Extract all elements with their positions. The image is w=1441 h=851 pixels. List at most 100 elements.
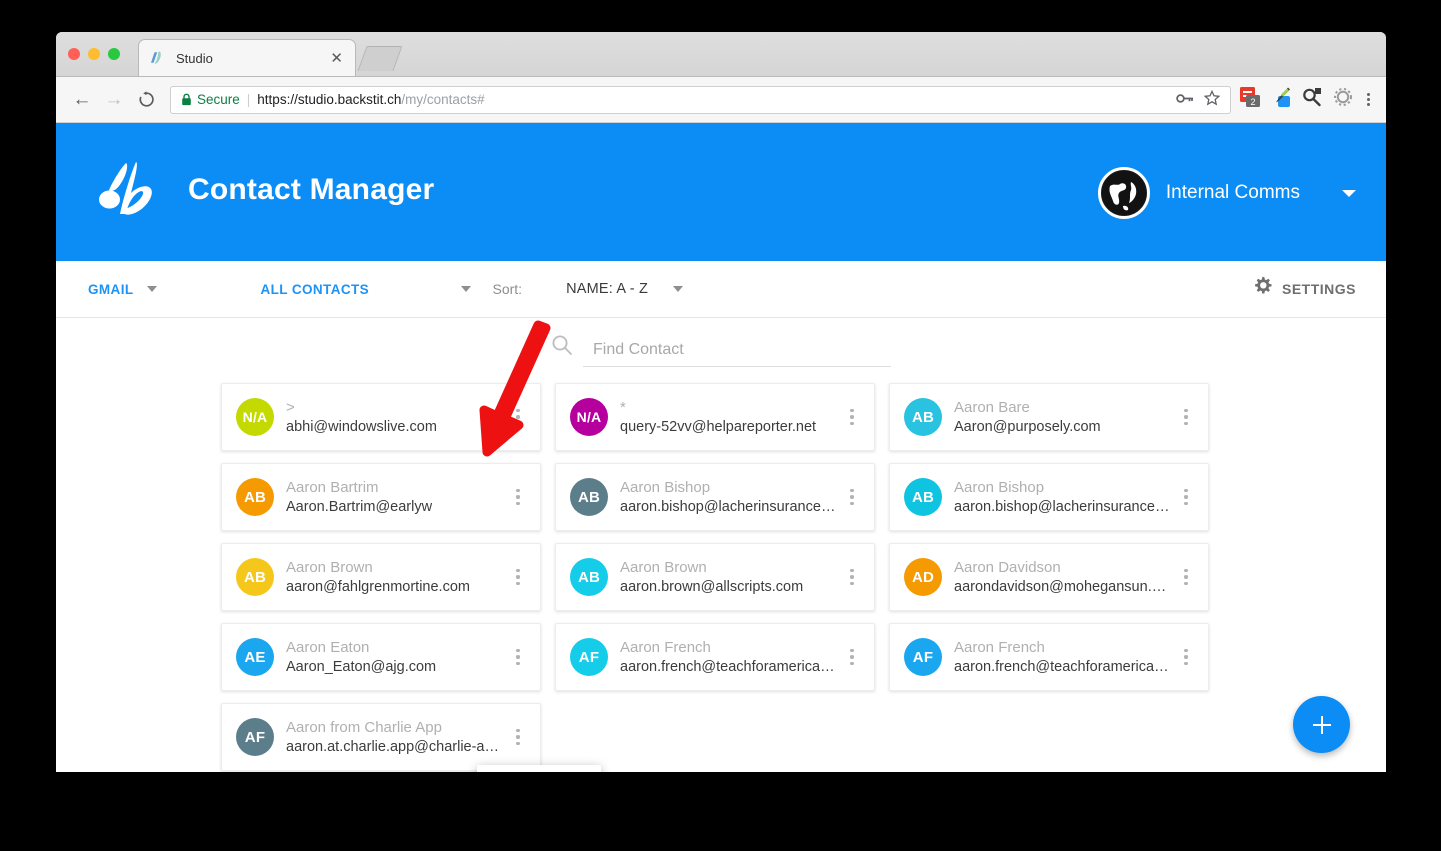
contact-name: Aaron French [954, 638, 1045, 656]
kebab-menu-icon[interactable] [1170, 488, 1196, 506]
contact-card[interactable]: AE Aaron Eaton Aaron_Eaton@ajg.com [221, 623, 541, 691]
contact-name: * [620, 398, 626, 416]
kebab-menu-icon[interactable] [502, 568, 528, 586]
contact-name: Aaron Bare [954, 398, 1030, 416]
page-title: Contact Manager [188, 173, 435, 206]
chevron-down-icon[interactable] [673, 286, 684, 292]
contact-name: Aaron from Charlie App [286, 718, 442, 736]
avatar: AF [570, 638, 608, 676]
contact-card[interactable]: AB Aaron Bare Aaron@purposely.com [889, 383, 1209, 451]
red-extension-badge-icon[interactable]: 2 [1239, 86, 1261, 113]
contact-card[interactable]: N/A * query-52vv@helpareporter.net [555, 383, 875, 451]
contact-name: Aaron Davidson [954, 558, 1061, 576]
avatar: N/A [570, 398, 608, 436]
search-row [56, 318, 1386, 367]
contact-card[interactable]: AF Aaron from Charlie App aaron.at.charlie… [221, 703, 541, 771]
close-icon[interactable]: ✕ [328, 51, 345, 66]
source-selector[interactable]: GMAIL [88, 282, 157, 297]
backstitch-logo-icon [96, 159, 166, 221]
contact-email: aaron.bishop@lacherinsurance.c… [954, 498, 1170, 515]
settings-button[interactable]: SETTINGS [1252, 276, 1356, 302]
new-tab-icon[interactable] [357, 46, 403, 71]
url-domain: https://studio.backstit.ch [257, 92, 402, 107]
screenshot-root: Studio ✕ ← → Secure | https://studio.bac… [0, 0, 1441, 851]
contacts-filter-selector[interactable]: ALL CONTACTS [261, 282, 471, 297]
avatar: AF [236, 718, 274, 756]
omnibox[interactable]: Secure | https://studio.backstit.ch/my/c… [170, 85, 1231, 114]
kebab-menu-icon[interactable] [836, 408, 862, 426]
contact-card[interactable]: AB Aaron Bishop aaron.bishop@lacherinsuran… [555, 463, 875, 531]
gear-extension-icon[interactable] [1332, 86, 1354, 113]
contact-email: aaron.bishop@lacherinsurance.c… [620, 498, 836, 515]
search-icon[interactable] [551, 334, 583, 367]
sort-selector[interactable]: NAME: A - Z [566, 281, 684, 297]
forward-arrow-icon[interactable]: → [100, 86, 128, 114]
kebab-menu-icon[interactable] [1170, 408, 1196, 426]
maximize-window-button[interactable] [108, 48, 120, 60]
contact-card[interactable]: AF Aaron French aaron.french@teachforameri… [555, 623, 875, 691]
close-window-button[interactable] [68, 48, 80, 60]
kebab-menu-icon[interactable] [1170, 648, 1196, 666]
app-header: Contact Manager Internal Comms [56, 123, 1386, 261]
search-input[interactable] [583, 337, 891, 367]
browser-tab[interactable]: Studio ✕ [138, 39, 356, 76]
svg-text:2: 2 [1250, 97, 1255, 107]
browser-tab-title: Studio [176, 50, 213, 66]
contact-card[interactable]: AB Aaron Brown aaron.brown@allscripts.com [555, 543, 875, 611]
magnifier-tool-icon[interactable] [1301, 86, 1323, 113]
add-contact-button[interactable] [1293, 696, 1350, 753]
kebab-menu-icon[interactable] [502, 488, 528, 506]
avatar: AE [236, 638, 274, 676]
browser-address-bar: ← → Secure | https://studio.backstit.ch /… [56, 77, 1386, 123]
contact-texts: Aaron Eaton Aaron_Eaton@ajg.com [286, 638, 502, 677]
contact-card[interactable]: N/A > abhi@windowslive.com [221, 383, 541, 451]
plus-icon [1312, 715, 1332, 735]
chevron-down-icon[interactable] [146, 286, 157, 292]
contact-context-menu: Edit Delete [477, 765, 601, 772]
contact-card[interactable]: AB Aaron Bishop aaron.bishop@lacherinsuran… [889, 463, 1209, 531]
contact-email: aaron@fahlgrenmortine.com [286, 578, 470, 595]
kebab-menu-icon[interactable] [836, 488, 862, 506]
contact-name: Aaron Brown [620, 558, 707, 576]
kebab-menu-icon[interactable] [1170, 568, 1196, 586]
key-icon[interactable] [1176, 92, 1194, 108]
contact-card[interactable]: AB Aaron Brown aaron@fahlgrenmortine.com [221, 543, 541, 611]
avatar: AB [570, 558, 608, 596]
contact-texts: Aaron French aaron.french@teachforamerica… [620, 638, 836, 677]
kebab-menu-icon[interactable] [502, 728, 528, 746]
avatar: AB [570, 478, 608, 516]
kebab-menu-icon[interactable] [502, 648, 528, 666]
minimize-window-button[interactable] [88, 48, 100, 60]
kebab-menu-icon[interactable] [502, 408, 528, 426]
reload-icon[interactable] [132, 86, 160, 114]
contact-card[interactable]: AD Aaron Davidson aarondavidson@mohegansun… [889, 543, 1209, 611]
contact-email: aarondavidson@mohegansun.com [954, 578, 1170, 595]
gear-icon [1252, 276, 1273, 302]
contact-texts: Aaron Brown aaron@fahlgrenmortine.com [286, 558, 502, 597]
settings-label: SETTINGS [1281, 281, 1356, 297]
filter-toolbar: GMAIL ALL CONTACTS Sort: NAME: A - Z SET… [56, 261, 1386, 318]
contact-card[interactable]: AF Aaron French aaron.french@teachforameri… [889, 623, 1209, 691]
contact-email: Aaron.Bartrim@earlyw [286, 498, 433, 515]
chevron-down-icon[interactable] [1342, 189, 1356, 197]
contact-email: aaron.at.charlie.app@charlie-app… [286, 738, 502, 755]
browser-extension-icons: 2 [1239, 86, 1374, 113]
chevron-down-icon[interactable] [460, 286, 471, 292]
back-arrow-icon[interactable]: ← [68, 86, 96, 114]
account-switcher[interactable]: Internal Comms [1097, 167, 1356, 219]
avatar: AB [904, 398, 942, 436]
kebab-menu-icon[interactable] [836, 568, 862, 586]
avatar: AB [904, 478, 942, 516]
url-path: /my/contacts# [401, 92, 485, 107]
app-brand: Contact Manager [96, 159, 434, 221]
eyedropper-icon[interactable] [1270, 86, 1292, 113]
star-icon[interactable] [1203, 89, 1221, 109]
contact-card[interactable]: AB Aaron Bartrim Aaron.Bartrim@earlyw [221, 463, 541, 531]
browser-menu-icon[interactable] [1363, 93, 1374, 106]
kebab-menu-icon[interactable] [836, 648, 862, 666]
contacts-filter-label: ALL CONTACTS [260, 281, 370, 297]
contact-email: abhi@windowslive.com [286, 418, 437, 435]
contact-email: query-52vv@helpareporter.net [620, 418, 817, 435]
lock-icon [181, 93, 192, 106]
contact-email: Aaron@purposely.com [954, 418, 1101, 435]
